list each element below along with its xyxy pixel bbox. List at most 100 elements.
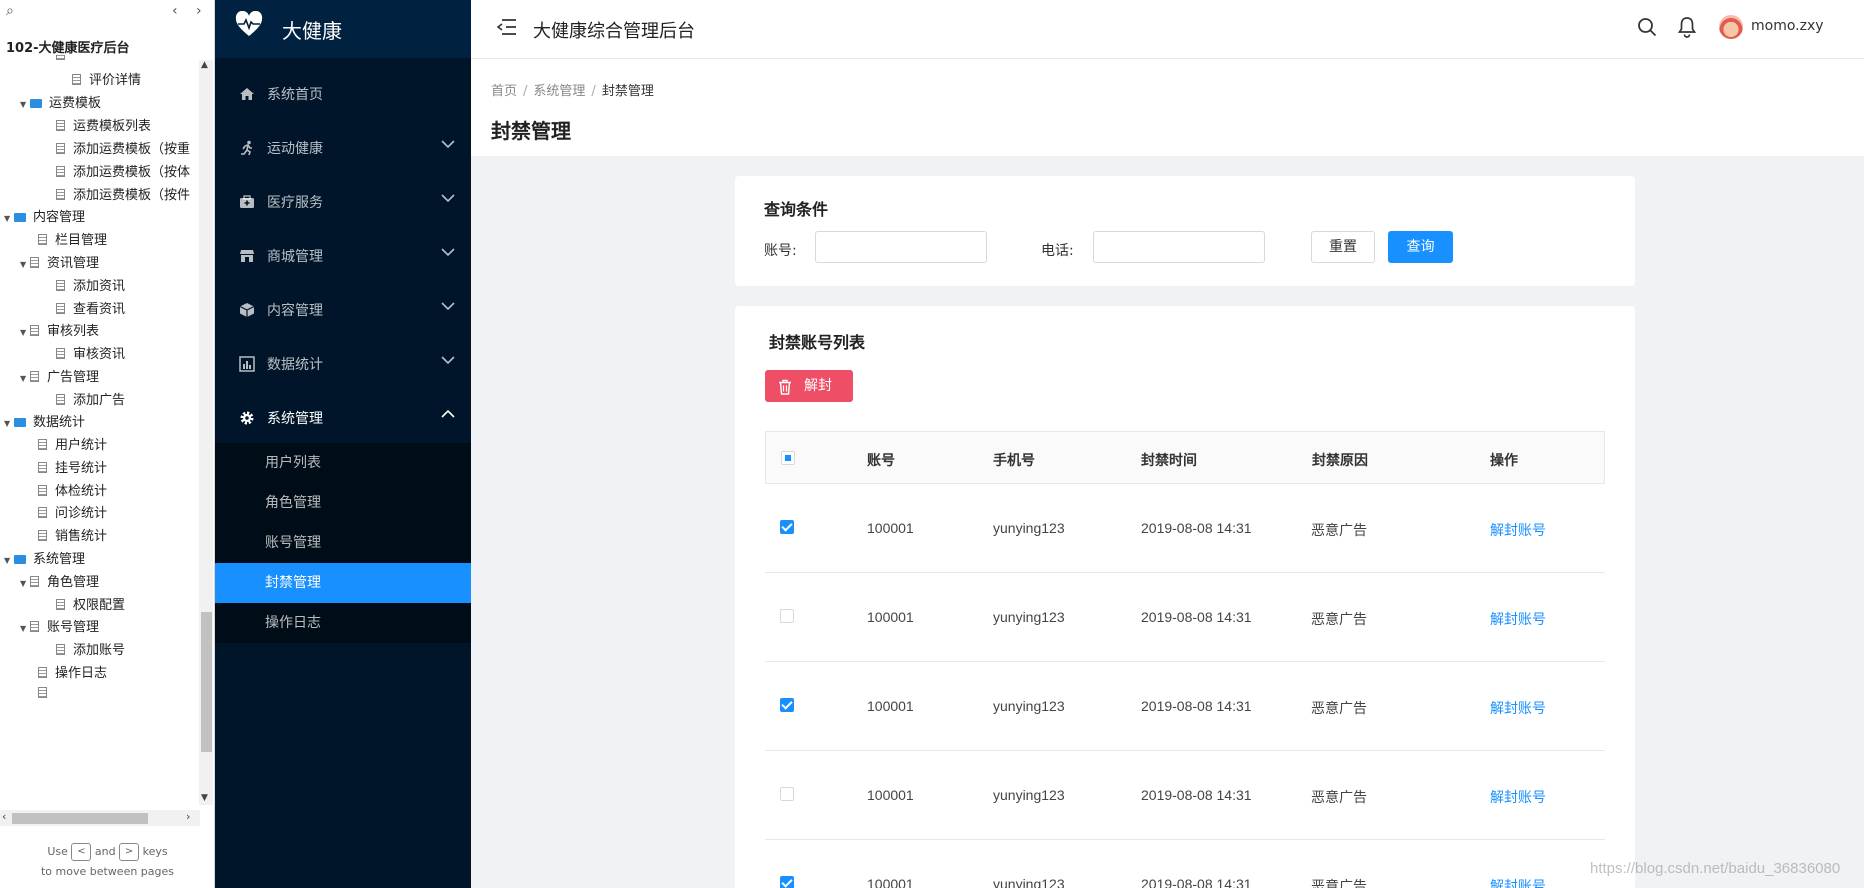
bell-icon[interactable] xyxy=(1677,16,1697,38)
caret-down-icon[interactable]: ▼ xyxy=(4,413,14,435)
username[interactable]: momo.zxy xyxy=(1751,18,1824,34)
tree-folder[interactable]: ▼ 运费模板 xyxy=(20,93,101,115)
column-header: 账号 xyxy=(867,453,895,469)
cell-time: 2019-08-08 14:31 xyxy=(1141,876,1252,888)
app-title: 大健康综合管理后台 xyxy=(533,21,695,42)
tree-item[interactable]: ▼ 角色管理 xyxy=(20,572,99,594)
account-input[interactable] xyxy=(815,231,987,263)
sitemap-horizontal-scrollbar[interactable]: ‹ › xyxy=(0,810,200,826)
cell-reason: 恶意广告 xyxy=(1311,611,1367,627)
cell-account: 100001 xyxy=(867,609,914,625)
unban-account-link[interactable]: 解封账号 xyxy=(1490,520,1546,540)
tree-item[interactable]: 添加账号 xyxy=(56,640,125,662)
menu-home[interactable]: 系统首页 xyxy=(215,67,471,121)
tree-item[interactable]: 添加资讯 xyxy=(56,276,125,298)
scroll-down-icon[interactable]: ▼ xyxy=(201,793,208,803)
menu-medical-service[interactable]: 医疗服务 xyxy=(215,175,471,229)
breadcrumb-home[interactable]: 首页 xyxy=(491,84,517,99)
chevron-down-icon xyxy=(441,140,455,149)
scroll-thumb[interactable] xyxy=(12,813,148,824)
unban-button[interactable]: 解封 xyxy=(765,370,853,402)
caret-down-icon[interactable]: ▼ xyxy=(4,550,14,572)
unban-account-link[interactable]: 解封账号 xyxy=(1490,876,1546,888)
tree-item[interactable]: 添加运费模板（按件 xyxy=(56,185,190,207)
menu-content-management[interactable]: 内容管理 xyxy=(215,283,471,337)
unban-account-link[interactable]: 解封账号 xyxy=(1490,787,1546,807)
unban-account-link[interactable]: 解封账号 xyxy=(1490,698,1546,718)
caret-down-icon[interactable]: ▼ xyxy=(20,322,30,344)
sitemap-toolbar: ⌕ ‹ › xyxy=(0,0,214,26)
sitemap-keyboard-help: Use < and > keys to move between pages xyxy=(40,843,175,878)
tree-item[interactable]: 添加广告 xyxy=(56,390,125,412)
menu-fold-icon[interactable] xyxy=(497,18,517,36)
tree-item[interactable]: 添加运费模板（按体 xyxy=(56,162,190,184)
phone-input[interactable] xyxy=(1093,231,1265,263)
tree-item[interactable]: 运费模板列表 xyxy=(56,116,151,138)
menu-sports-health[interactable]: 运动健康 xyxy=(215,121,471,175)
row-checkbox[interactable] xyxy=(780,698,794,712)
row-checkbox[interactable] xyxy=(780,876,794,888)
tree-item[interactable]: 添加运费模板（按重 xyxy=(56,139,190,161)
row-checkbox[interactable] xyxy=(780,520,794,534)
tree-folder[interactable]: ▼ 系统管理 xyxy=(4,549,85,571)
right-key-icon: > xyxy=(119,843,140,861)
submenu-role-management[interactable]: 角色管理 xyxy=(215,483,471,523)
folder-icon xyxy=(14,418,26,427)
tree-item[interactable]: ▼ 账号管理 xyxy=(20,617,99,639)
submenu-user-list[interactable]: 用户列表 xyxy=(215,443,471,483)
breadcrumb-system[interactable]: 系统管理 xyxy=(533,84,585,99)
sitemap-vertical-scrollbar[interactable]: ▲ ▼ xyxy=(199,60,213,805)
caret-down-icon[interactable]: ▼ xyxy=(20,618,30,640)
tree-item[interactable]: 用户统计 xyxy=(38,435,107,457)
prev-page-icon[interactable]: ‹ xyxy=(172,3,178,19)
query-button[interactable]: 查询 xyxy=(1388,231,1453,263)
tree-item[interactable]: ▼ 资讯管理 xyxy=(20,253,99,275)
column-header: 手机号 xyxy=(993,453,1035,469)
scroll-up-icon[interactable]: ▲ xyxy=(201,60,208,70)
submenu-account-management[interactable]: 账号管理 xyxy=(215,523,471,563)
tree-item[interactable]: 体检统计 xyxy=(38,481,107,503)
tree-item[interactable]: 问诊统计 xyxy=(38,503,107,525)
tree-item[interactable] xyxy=(38,683,55,705)
tree-folder[interactable]: ▼ 内容管理 xyxy=(4,207,85,229)
tree-item[interactable]: 权限配置 xyxy=(56,595,125,617)
caret-down-icon[interactable]: ▼ xyxy=(20,573,30,595)
page-icon xyxy=(38,507,47,518)
chevron-down-icon xyxy=(441,302,455,311)
scroll-thumb[interactable] xyxy=(201,612,212,752)
caret-down-icon[interactable]: ▼ xyxy=(20,368,30,390)
caret-down-icon[interactable]: ▼ xyxy=(20,254,30,276)
row-checkbox[interactable] xyxy=(780,609,794,623)
row-checkbox[interactable] xyxy=(780,787,794,801)
next-page-icon[interactable]: › xyxy=(196,3,202,19)
caret-down-icon[interactable]: ▼ xyxy=(20,94,30,116)
tree-item[interactable]: 销售统计 xyxy=(38,526,107,548)
tree-folder[interactable]: ▼ 数据统计 xyxy=(4,412,85,434)
search-icon[interactable] xyxy=(1637,17,1657,37)
search-icon[interactable]: ⌕ xyxy=(6,3,14,19)
submenu-ban-management[interactable]: 封禁管理 xyxy=(215,563,471,603)
tree-item[interactable]: 评价详情 xyxy=(72,70,141,92)
tree-item[interactable]: 操作日志 xyxy=(38,663,107,685)
tree-item[interactable]: 挂号统计 xyxy=(38,458,107,480)
scroll-left-icon[interactable]: ‹ xyxy=(2,810,6,823)
tree-item[interactable]: 栏目管理 xyxy=(38,230,107,252)
page-icon xyxy=(56,143,65,154)
cell-phone: yunying123 xyxy=(993,520,1065,536)
tree-item[interactable]: 查看资讯 xyxy=(56,299,125,321)
tree-item[interactable] xyxy=(56,55,73,67)
tree-item[interactable]: ▼ 审核列表 xyxy=(20,321,99,343)
reset-button[interactable]: 重置 xyxy=(1311,231,1375,263)
menu-data-statistics[interactable]: 数据统计 xyxy=(215,337,471,391)
tree-item[interactable]: ▼ 广告管理 xyxy=(20,367,99,389)
menu-mall-management[interactable]: 商城管理 xyxy=(215,229,471,283)
tree-item[interactable]: 审核资讯 xyxy=(56,344,125,366)
caret-down-icon[interactable]: ▼ xyxy=(4,208,14,230)
scroll-right-icon[interactable]: › xyxy=(186,810,190,823)
select-all-checkbox[interactable] xyxy=(781,451,795,465)
submenu-operation-log[interactable]: 操作日志 xyxy=(215,603,471,643)
avatar[interactable] xyxy=(1719,15,1743,39)
menu-system-management[interactable]: 系统管理 xyxy=(215,391,471,445)
cell-phone: yunying123 xyxy=(993,698,1065,714)
unban-account-link[interactable]: 解封账号 xyxy=(1490,609,1546,629)
